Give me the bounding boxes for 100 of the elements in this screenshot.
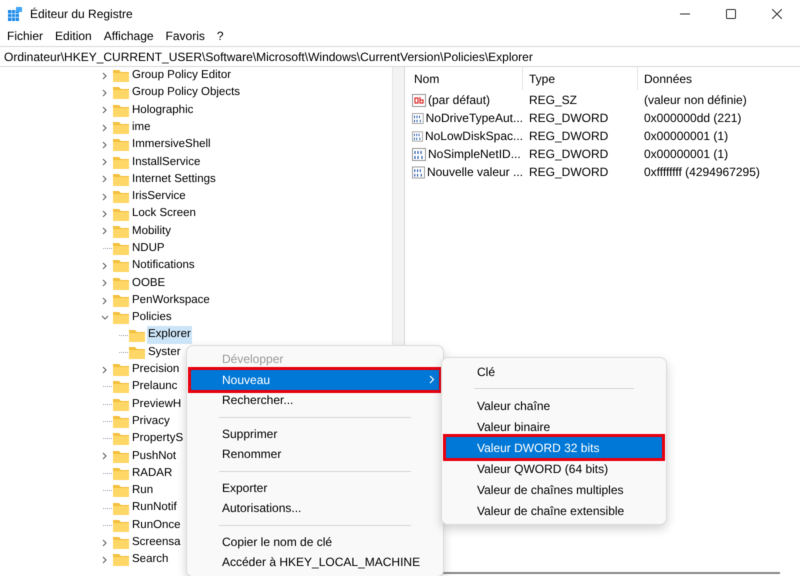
column-header[interactable]: Données xyxy=(638,67,800,90)
chevron-right-icon[interactable] xyxy=(101,452,109,460)
folder-icon xyxy=(112,68,130,84)
tree-item[interactable]: PenWorkspace xyxy=(131,292,211,310)
folder-icon xyxy=(112,466,130,481)
tree-item[interactable]: Syster xyxy=(147,344,182,362)
table-cell-text: NoDriveTypeAut... xyxy=(426,110,523,127)
tree-item[interactable]: OOBE xyxy=(131,274,166,292)
folder-icon xyxy=(128,328,146,343)
folder-icon xyxy=(112,258,130,274)
menu-item[interactable]: Valeur de chaîne extensible xyxy=(446,500,662,521)
tree-item[interactable]: RunNotif xyxy=(131,499,178,517)
menu-item[interactable]: Renommer xyxy=(191,444,439,464)
tree-item[interactable]: RunOnce xyxy=(131,516,182,534)
tree-item[interactable]: Mobility xyxy=(131,222,172,240)
menu-item[interactable]: Valeur de chaînes multiples xyxy=(446,479,662,500)
chevron-right-icon[interactable] xyxy=(101,296,109,304)
tree-item[interactable]: RADAR xyxy=(131,464,174,482)
folder-icon xyxy=(112,293,130,308)
folder-icon xyxy=(112,500,130,516)
table-cell-text: REG_DWORD xyxy=(528,164,610,181)
tree-item[interactable]: PropertyS xyxy=(131,430,184,448)
chevron-right-icon[interactable] xyxy=(101,88,109,97)
tree-item[interactable]: Run xyxy=(131,482,154,500)
menu-bar-item[interactable]: Favoris xyxy=(166,27,205,45)
table-cell-text: (par défaut) xyxy=(428,92,490,109)
folder-icon xyxy=(112,552,130,568)
menu-item[interactable]: Autorisations... xyxy=(191,498,439,518)
tree-item[interactable]: ime xyxy=(131,118,152,136)
table-cell-text: REG_DWORD xyxy=(528,128,610,145)
tree-item[interactable]: Notifications xyxy=(131,257,196,275)
registry-icon xyxy=(8,7,22,21)
chevron-right-icon[interactable] xyxy=(101,279,109,288)
chevron-right-icon[interactable] xyxy=(101,227,109,236)
table-cell-text: 0x00000001 (1) xyxy=(643,128,730,145)
folder-icon xyxy=(112,362,130,378)
menu-bar-item[interactable]: Edition xyxy=(55,27,92,45)
table-cell-text: NoLowDiskSpac... xyxy=(424,128,523,145)
tree-item[interactable]: Prelaunc xyxy=(131,378,178,396)
chevron-right-icon[interactable] xyxy=(101,262,109,270)
tree-item[interactable]: NDUP xyxy=(131,240,166,258)
chevron-right-icon[interactable] xyxy=(101,556,109,564)
menu-item[interactable]: Valeur binaire xyxy=(446,416,662,437)
menu-item[interactable]: Accéder à HKEY_LOCAL_MACHINE xyxy=(191,552,439,572)
chevron-right-icon[interactable] xyxy=(101,175,109,184)
tree-item[interactable]: Group Policy Editor xyxy=(131,67,232,84)
chevron-right-icon[interactable] xyxy=(101,106,109,114)
tree-item[interactable]: Explorer xyxy=(147,326,192,344)
tree-item[interactable]: PushNot xyxy=(131,448,178,465)
tree-item[interactable]: Group Policy Objects xyxy=(131,84,242,102)
table-cell-text: NoSimpleNetID... xyxy=(428,146,521,163)
column-header[interactable]: Type xyxy=(523,67,638,90)
menu-bar-item[interactable]: Fichier xyxy=(7,27,44,45)
maximize-icon xyxy=(726,9,736,19)
tree-item[interactable]: Internet Settings xyxy=(131,170,217,188)
column-header[interactable]: Nom xyxy=(408,67,523,90)
tree-item[interactable]: InstallService xyxy=(131,154,202,171)
table-cell-text: 0x000000dd (221) xyxy=(643,110,742,127)
tree-item[interactable]: Holographic xyxy=(131,102,194,119)
table-cell-text: 0xffffffff (4294967295) xyxy=(643,164,761,181)
table-cell-text: (valeur non définie) xyxy=(643,92,748,109)
chevron-right-icon[interactable] xyxy=(101,366,109,374)
folder-icon xyxy=(112,379,130,394)
tree-item[interactable]: Search xyxy=(131,551,170,569)
tree-item[interactable]: Lock Screen xyxy=(131,205,197,223)
menu-item[interactable]: Valeur QWORD (64 bits) xyxy=(446,458,662,479)
address-field[interactable]: Ordinateur\HKEY_CURRENT_USER\Software\Microsoft\Windows\CurrentVersion\Policies\Explorer xyxy=(0,46,800,67)
menu-item[interactable]: Copier le nom de clé xyxy=(191,532,439,552)
menu-item[interactable]: Exporter xyxy=(191,478,439,498)
tree-item[interactable]: Privacy xyxy=(131,412,171,430)
menu-item[interactable]: Valeur chaîne xyxy=(446,395,662,416)
chevron-right-icon[interactable] xyxy=(101,538,109,547)
chevron-right-icon[interactable] xyxy=(101,158,109,166)
chevron-right-icon[interactable] xyxy=(101,192,109,201)
tree-item[interactable]: IrisService xyxy=(131,188,187,206)
tree-item[interactable]: Screensa xyxy=(131,534,182,552)
menu-item[interactable]: Valeur DWORD 32 bits xyxy=(446,437,662,458)
chevron-down-icon[interactable] xyxy=(101,314,109,322)
folder-icon xyxy=(112,172,130,187)
folder-icon xyxy=(112,310,130,326)
menu-item[interactable]: Clé xyxy=(446,361,662,382)
menu-bar-item[interactable]: ? xyxy=(216,27,224,45)
menu-item[interactable]: Nouveau xyxy=(191,370,439,390)
tree-item[interactable]: Policies xyxy=(131,309,173,326)
folder-icon xyxy=(112,518,130,533)
chevron-right-icon[interactable] xyxy=(101,124,109,132)
tree-item[interactable]: Precision xyxy=(131,361,180,378)
menu-item[interactable]: Rechercher... xyxy=(191,390,439,410)
folder-icon xyxy=(112,206,130,222)
folder-icon xyxy=(128,344,146,360)
folder-icon xyxy=(112,276,130,291)
menu-item[interactable]: Supprimer xyxy=(191,424,439,444)
chevron-right-icon[interactable] xyxy=(101,140,109,149)
menu-bar-item[interactable]: Affichage xyxy=(104,27,154,45)
tree-item[interactable]: ImmersiveShell xyxy=(131,136,212,154)
table-cell-text: REG_DWORD xyxy=(528,146,610,163)
chevron-right-icon[interactable] xyxy=(101,210,109,218)
folder-icon xyxy=(112,102,130,118)
tree-item[interactable]: PreviewH xyxy=(131,396,182,413)
chevron-right-icon[interactable] xyxy=(101,72,109,80)
